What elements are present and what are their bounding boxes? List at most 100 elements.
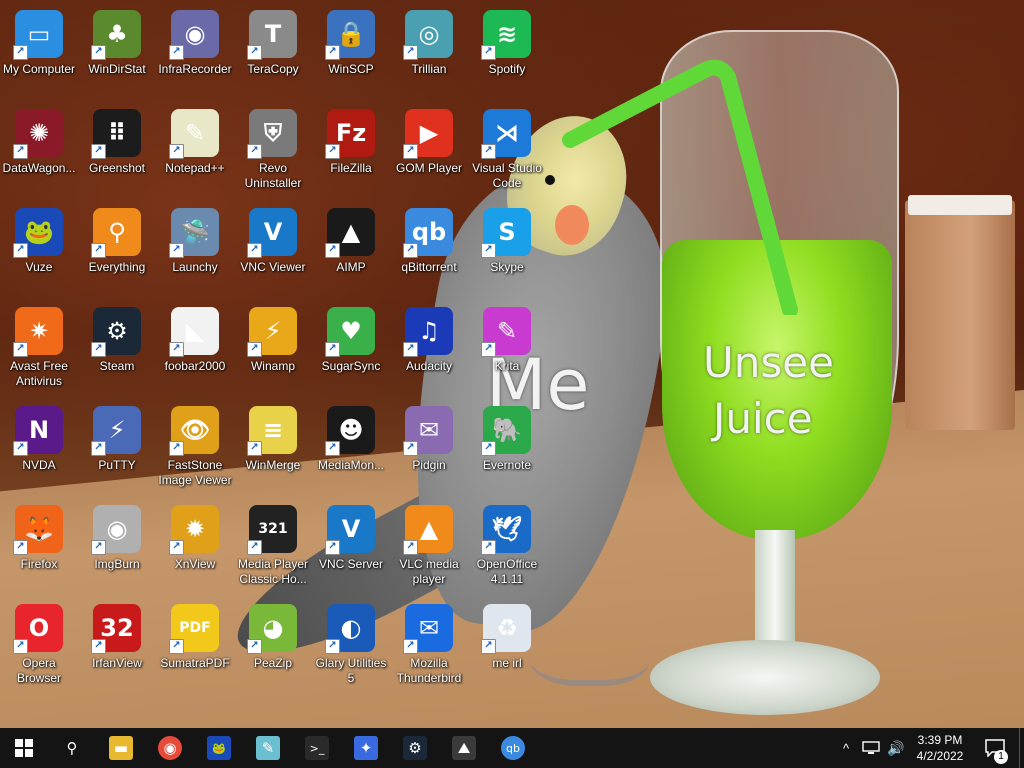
- desktop-icon[interactable]: V ↗ VNC Server: [312, 497, 390, 593]
- desktop-icon-label: Mozilla Thunderbird: [396, 656, 462, 685]
- show-desktop-button[interactable]: [1019, 728, 1024, 768]
- shortcut-arrow-icon: ↗: [169, 540, 184, 555]
- teracopy-icon: T ↗: [247, 10, 297, 60]
- desktop-icon[interactable]: ✺ ↗ DataWagon...: [0, 101, 78, 197]
- desktop-icon[interactable]: O ↗ Opera Browser: [0, 596, 78, 692]
- xnview-icon: ✹ ↗: [169, 505, 219, 555]
- taskbar-button[interactable]: qb: [489, 728, 537, 768]
- desktop-icon[interactable]: 🦊 ↗ Firefox: [0, 497, 78, 593]
- taskbar-button[interactable]: ⛰: [440, 728, 488, 768]
- desktop-icon[interactable]: ▭ ↗ My Computer: [0, 2, 78, 98]
- taskbar-button[interactable]: ✦: [342, 728, 390, 768]
- desktop-icon[interactable]: ✎ ↗ Krita: [468, 299, 546, 395]
- desktop-icon[interactable]: ≋ ↗ Spotify: [468, 2, 546, 98]
- desktop-icon[interactable]: ▲ ↗ AIMP: [312, 200, 390, 296]
- taskbar-button[interactable]: 🐸: [195, 728, 243, 768]
- icon-glyph: 🐘: [492, 416, 522, 444]
- desktop-icon[interactable]: ◎ ↗ Trillian: [390, 2, 468, 98]
- taskbar-button[interactable]: ⚙: [391, 728, 439, 768]
- desktop-icon[interactable]: ⚡ ↗ Winamp: [234, 299, 312, 395]
- desktop-icon[interactable]: ⠿ ↗ Greenshot: [78, 101, 156, 197]
- desktop-icon[interactable]: 👁 ↗ FastStone Image Viewer: [156, 398, 234, 494]
- icon-glyph: ☻: [338, 416, 364, 444]
- desktop-icon[interactable]: 🔒 ↗ WinSCP: [312, 2, 390, 98]
- icon-glyph: ♣: [106, 20, 128, 48]
- desktop-icon[interactable]: S ↗ Skype: [468, 200, 546, 296]
- icon-glyph: V: [263, 218, 283, 246]
- desktop-icon[interactable]: N ↗ NVDA: [0, 398, 78, 494]
- putty-icon: ⚡ ↗: [91, 406, 141, 456]
- desktop-icon[interactable]: qb ↗ qBittorrent: [390, 200, 468, 296]
- desktop-icon[interactable]: ⋊ ↗ Visual Studio Code: [468, 101, 546, 197]
- taskbar-button[interactable]: ▬: [97, 728, 145, 768]
- desktop-icon[interactable]: ⚲ ↗ Everything: [78, 200, 156, 296]
- taskbar-clock[interactable]: 3:39 PM 4/2/2022: [908, 732, 972, 764]
- desktop-icon[interactable]: Fz ↗ FileZilla: [312, 101, 390, 197]
- desktop-icon[interactable]: ✎ ↗ Notepad++: [156, 101, 234, 197]
- shortcut-arrow-icon: ↗: [91, 45, 106, 60]
- irfanview-icon: 32 ↗: [91, 604, 141, 654]
- desktop-icon[interactable]: ◕ ↗ PeaZip: [234, 596, 312, 692]
- desktop-icon[interactable]: ▶ ↗ GOM Player: [390, 101, 468, 197]
- icon-glyph: ⚡: [264, 317, 282, 345]
- notification-center-button[interactable]: [978, 728, 1012, 768]
- desktop-icon[interactable]: T ↗ TeraCopy: [234, 2, 312, 98]
- taskbar-button[interactable]: ⚲: [48, 728, 96, 768]
- desktop-icon[interactable]: ⚡ ↗ PuTTY: [78, 398, 156, 494]
- desktop-icon[interactable]: ◉ ↗ InfraRecorder: [156, 2, 234, 98]
- icon-glyph: 👁: [179, 416, 211, 444]
- icon-glyph: ✹: [184, 515, 206, 543]
- feather-app-icon: ✦: [354, 736, 378, 760]
- desktop-icon[interactable]: 32 ↗ IrfanView: [78, 596, 156, 692]
- desktop-icon[interactable]: ≡ ↗ WinMerge: [234, 398, 312, 494]
- desktop-icon[interactable]: ♥ ↗ SugarSync: [312, 299, 390, 395]
- taskbar-button[interactable]: >_: [293, 728, 341, 768]
- shortcut-arrow-icon: ↗: [247, 45, 262, 60]
- trillian-icon: ◎ ↗: [403, 10, 453, 60]
- steam-icon: ⚙: [403, 736, 427, 760]
- desktop-icon[interactable]: ✹ ↗ XnView: [156, 497, 234, 593]
- desktop-icon[interactable]: ◐ ↗ Glary Utilities 5: [312, 596, 390, 692]
- desktop-icon[interactable]: 🐘 ↗ Evernote: [468, 398, 546, 494]
- desktop-icon[interactable]: ✉ ↗ Pidgin: [390, 398, 468, 494]
- taskbar-button[interactable]: ✎: [244, 728, 292, 768]
- icon-glyph: ⚲: [108, 218, 126, 246]
- desktop-icon[interactable]: ☻ ↗ MediaMon...: [312, 398, 390, 494]
- desktop-icon-label: DataWagon...: [2, 161, 76, 175]
- filezilla-icon: Fz ↗: [325, 109, 375, 159]
- tray-chevron-icon[interactable]: ^: [836, 728, 856, 768]
- desktop-icon[interactable]: ✉ ↗ Mozilla Thunderbird: [390, 596, 468, 692]
- desktop-icon-label: NVDA: [22, 458, 56, 472]
- shortcut-arrow-icon: ↗: [169, 45, 184, 60]
- desktop-icon[interactable]: 🕊 ↗ OpenOffice 4.1.11: [468, 497, 546, 593]
- network-icon[interactable]: [858, 728, 884, 768]
- desktop-icon[interactable]: V ↗ VNC Viewer: [234, 200, 312, 296]
- clock-date: 4/2/2022: [916, 749, 964, 763]
- desktop-icon[interactable]: ♻ ↗ me irl: [468, 596, 546, 692]
- desktop-icon[interactable]: PDF ↗ SumatraPDF: [156, 596, 234, 692]
- shortcut-arrow-icon: ↗: [325, 144, 340, 159]
- desktop-icon[interactable]: 🛸 ↗ Launchy: [156, 200, 234, 296]
- volume-icon[interactable]: 🔊: [884, 728, 908, 768]
- desktop-icon[interactable]: ▲ ↗ VLC media player: [390, 497, 468, 593]
- infrarecorder-icon: ◉ ↗: [169, 10, 219, 60]
- vuze-icon: 🐸 ↗: [13, 208, 63, 258]
- desktop-icon[interactable]: ⛨ ↗ Revo Uninstaller: [234, 101, 312, 197]
- desktop-icon[interactable]: ♣ ↗ WinDirStat: [78, 2, 156, 98]
- desktop-icon-label: Krita: [494, 359, 520, 373]
- sugarsync-icon: ♥ ↗: [325, 307, 375, 357]
- desktop-icon[interactable]: ⚙ ↗ Steam: [78, 299, 156, 395]
- desktop-icon[interactable]: ◉ ↗ ImgBurn: [78, 497, 156, 593]
- shortcut-arrow-icon: ↗: [247, 441, 262, 456]
- desktop-icon[interactable]: ✷ ↗ Avast Free Antivirus: [0, 299, 78, 395]
- desktop-icon[interactable]: 🐸 ↗ Vuze: [0, 200, 78, 296]
- start-button[interactable]: [0, 728, 48, 768]
- terminal-icon: >_: [305, 736, 329, 760]
- audacity-icon: ♫ ↗: [403, 307, 453, 357]
- desktop-icon[interactable]: 321 ↗ Media Player Classic Ho...: [234, 497, 312, 593]
- peazip-icon: ◕ ↗: [247, 604, 297, 654]
- desktop-icon[interactable]: ◣ ↗ foobar2000: [156, 299, 234, 395]
- taskbar-button[interactable]: ◉: [146, 728, 194, 768]
- desktop-icon[interactable]: ♫ ↗ Audacity: [390, 299, 468, 395]
- search-icon: ⚲: [60, 736, 84, 760]
